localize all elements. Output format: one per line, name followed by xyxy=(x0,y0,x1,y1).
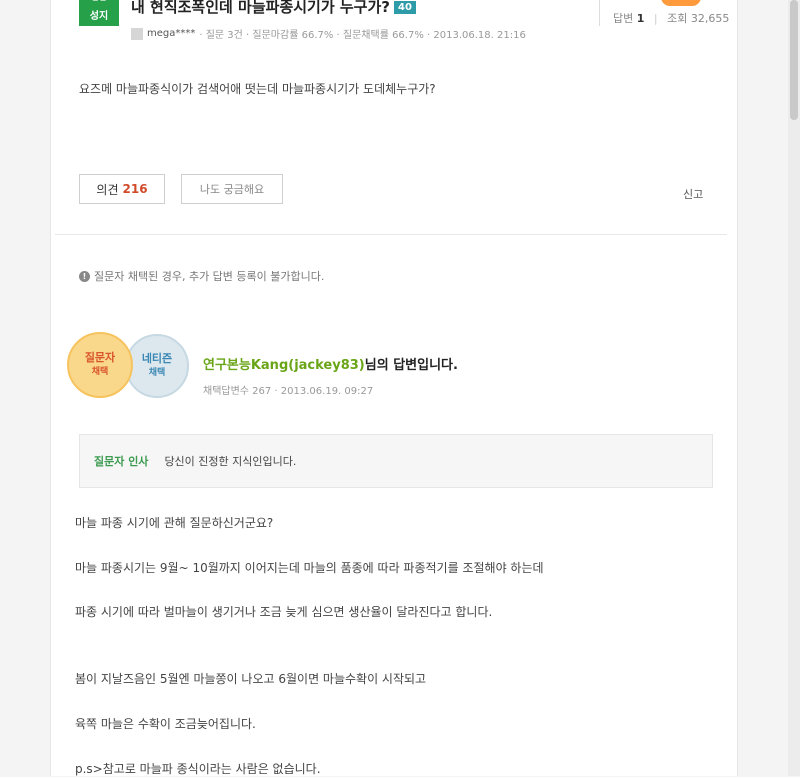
answer-meta: 채택답변수 267 · 2013.06.19. 09:27 xyxy=(203,386,374,397)
notice-text: 질문자 채택된 경우, 추가 답변 등록이 불가합니다. xyxy=(94,270,325,283)
points-badge-partial xyxy=(661,0,701,6)
greeting-label: 질문자 인사 xyxy=(94,455,149,468)
curious-label: 나도 궁금해요 xyxy=(199,183,265,196)
category-badge: 답변 성지 xyxy=(79,0,119,26)
scrollbar-thumb[interactable] xyxy=(790,0,798,120)
views-count: 32,655 xyxy=(690,12,730,25)
reward-badge: 40 xyxy=(393,1,416,14)
opinion-button[interactable]: 의견 216 xyxy=(79,174,165,204)
answer-notice: ! 질문자 채택된 경우, 추가 답변 등록이 불가합니다. xyxy=(79,268,324,284)
netizen-selected-badge: 네티즌 채택 xyxy=(125,334,189,398)
question-title[interactable]: 내 현직조폭인데 마늘파종시기가 누구가? 40 xyxy=(131,0,416,17)
divider xyxy=(55,234,727,235)
answer-line: 봄이 지날즈음인 5월엔 마늘쫑이 나오고 6월이면 마늘수확이 시작되고 xyxy=(75,672,427,686)
answer-line: 마늘 파종 시기에 관해 질문하신거군요? xyxy=(75,516,274,530)
user-avatar-icon xyxy=(131,27,143,40)
question-body: 요즈메 마늘파종식이가 검색어애 떳는데 마늘파종시기가 도데체누구가? xyxy=(79,82,436,96)
opinion-count: 216 xyxy=(122,182,148,196)
stats-divider xyxy=(599,0,600,26)
answers-label: 답변 xyxy=(613,12,634,25)
netizen-badge-line2: 채택 xyxy=(148,368,166,378)
me-too-curious-button[interactable]: 나도 궁금해요 xyxy=(181,174,283,204)
question-meta: mega**** · 질문 3건 · 질문마감률 66.7% · 질문채택률 6… xyxy=(131,26,526,41)
asker-badge-line1: 질문자 xyxy=(84,351,116,364)
answerer-suffix: 님의 답변입니다. xyxy=(364,358,458,373)
question-stats: 답변 1 | 조회 32,655 xyxy=(613,10,729,26)
question-user[interactable]: mega**** xyxy=(147,28,195,39)
answer-line: 육쪽 마늘은 수확이 조금늦어집니다. xyxy=(75,717,256,731)
asker-selected-badge: 질문자 채택 xyxy=(67,332,133,398)
greeting-message: 당신이 진정한 지식인입니다. xyxy=(164,455,297,468)
answerer-name[interactable]: 연구본능Kang(jackey83) xyxy=(203,358,365,373)
answer-line: 파종 시기에 따라 벌마늘이 생기거나 조금 늦게 심으면 생산율이 달라진다고… xyxy=(75,605,493,619)
answers-count: 1 xyxy=(636,12,645,25)
info-icon: ! xyxy=(79,270,90,282)
report-button[interactable]: 신고 xyxy=(683,186,703,202)
views-label: 조회 xyxy=(667,12,688,25)
answer-line: 마늘 파종시기는 9월~ 10월까지 이어지는데 마늘의 품종에 따라 파종적기… xyxy=(75,561,544,575)
answer-line: p.s>참고로 마늘파 종식이라는 사람은 없습니다. xyxy=(75,762,321,776)
opinion-label: 의견 xyxy=(96,182,119,197)
netizen-badge-line1: 네티즌 xyxy=(141,352,173,365)
stats-separator: | xyxy=(653,12,658,25)
asker-badge-line2: 채택 xyxy=(91,367,109,377)
question-page: 답변 성지 내 현직조폭인데 마늘파종시기가 누구가?40 mega**** ·… xyxy=(50,0,738,776)
badge-label: 성지 xyxy=(89,11,109,22)
question-meta-text: · 질문 3건 · 질문마감률 66.7% · 질문채택률 66.7% · 20… xyxy=(199,30,526,41)
scrollbar[interactable] xyxy=(788,0,800,776)
question-title-text[interactable]: 내 현직조폭인데 마늘파종시기가 누구가? xyxy=(131,0,390,16)
asker-greeting-box: 질문자 인사 당신이 진정한 지식인입니다. xyxy=(79,434,713,488)
answerer-heading: 연구본능Kang(jackey83)님의 답변입니다. xyxy=(203,354,458,373)
badge-top-label: 답변 xyxy=(79,0,119,3)
